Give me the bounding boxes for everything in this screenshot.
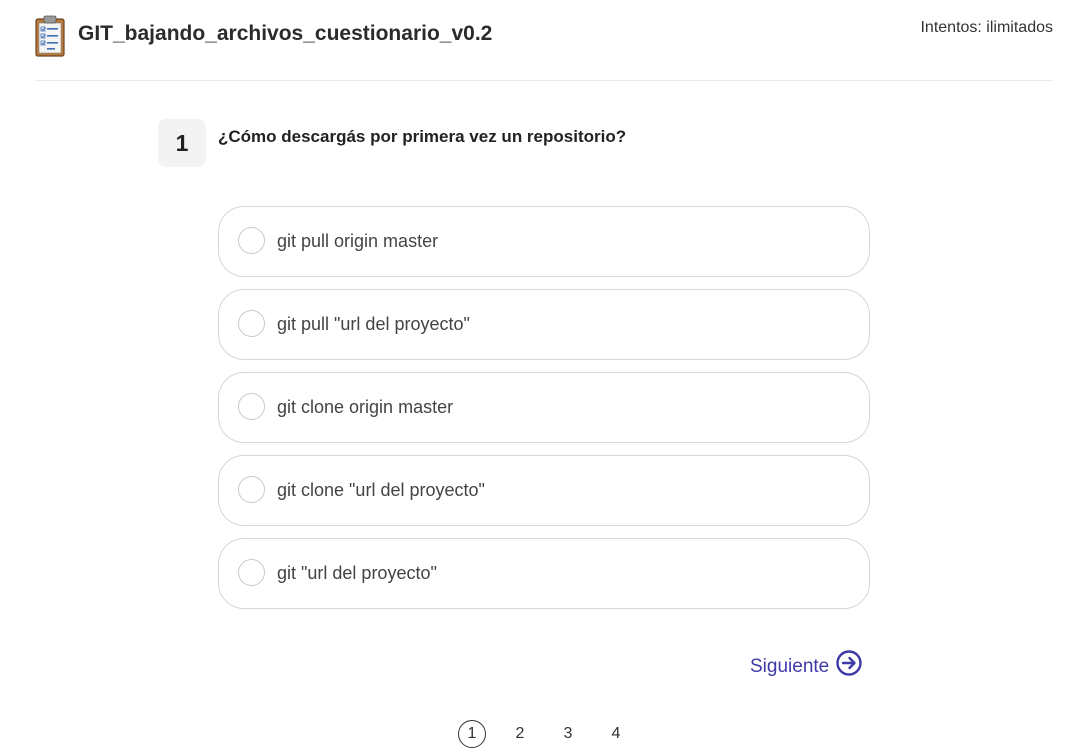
answer-option[interactable]: git clone "url del proyecto" <box>218 455 870 526</box>
clipboard-checklist-icon <box>35 15 65 57</box>
quiz-title: GIT_bajando_archivos_cuestionario_v0.2 <box>78 22 493 45</box>
radio-button[interactable] <box>238 476 265 503</box>
page-link[interactable]: 3 <box>554 720 582 748</box>
pagination: 1 2 3 4 <box>458 720 650 748</box>
radio-button[interactable] <box>238 559 265 586</box>
quiz-header: GIT_bajando_archivos_cuestionario_v0.2 I… <box>35 0 1053 81</box>
answer-option-label: git "url del proyecto" <box>277 563 437 583</box>
answer-option-label: git clone origin master <box>277 397 454 417</box>
answer-option-label: git clone "url del proyecto" <box>277 480 485 500</box>
answer-option[interactable]: git "url del proyecto" <box>218 538 870 609</box>
radio-button[interactable] <box>238 310 265 337</box>
answer-option[interactable]: git pull origin master <box>218 206 870 277</box>
page-link[interactable]: 4 <box>602 720 630 748</box>
radio-button[interactable] <box>238 227 265 254</box>
page-link[interactable]: 2 <box>506 720 534 748</box>
quiz-page: GIT_bajando_archivos_cuestionario_v0.2 I… <box>0 0 1086 751</box>
radio-button[interactable] <box>238 393 265 420</box>
answer-option-label: git pull "url del proyecto" <box>277 314 470 334</box>
question-text: ¿Cómo descargás por primera vez un repos… <box>218 127 627 146</box>
next-button[interactable]: Siguiente <box>750 650 863 678</box>
answer-option[interactable]: git clone origin master <box>218 372 870 443</box>
answer-options: git pull origin master git pull "url del… <box>218 206 870 621</box>
page-link-current[interactable]: 1 <box>458 720 486 748</box>
answer-option-label: git pull origin master <box>277 231 439 251</box>
arrow-right-circle-icon <box>836 650 862 676</box>
attempts-label: Intentos: ilimitados <box>920 19 1053 36</box>
answer-option[interactable]: git pull "url del proyecto" <box>218 289 870 360</box>
next-button-label: Siguiente <box>750 656 830 677</box>
question-number-badge: 1 <box>158 119 206 167</box>
